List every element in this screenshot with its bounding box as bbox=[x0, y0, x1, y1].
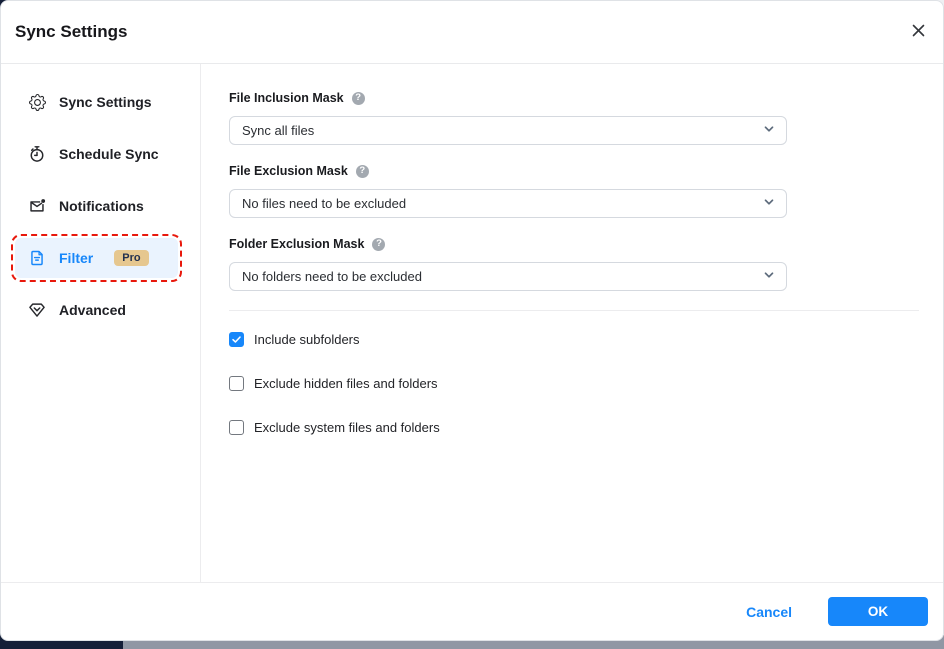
chevron-down-icon bbox=[762, 195, 776, 212]
checkbox[interactable] bbox=[229, 376, 244, 391]
dialog-header: Sync Settings bbox=[1, 1, 943, 64]
sidebar-item-notifications[interactable]: Notifications bbox=[15, 186, 178, 226]
checkbox[interactable] bbox=[229, 420, 244, 435]
filter-settings-panel: File Inclusion Mask ? Sync all files Fil… bbox=[201, 64, 943, 582]
sidebar-item-label: Advanced bbox=[59, 302, 126, 318]
close-button[interactable] bbox=[907, 21, 929, 43]
stopwatch-icon bbox=[28, 145, 46, 163]
chevron-down-icon bbox=[762, 122, 776, 139]
file-inclusion-mask-select[interactable]: Sync all files bbox=[229, 116, 787, 145]
include-subfolders-row[interactable]: Include subfolders bbox=[229, 332, 943, 347]
help-icon[interactable]: ? bbox=[352, 92, 365, 105]
sidebar-item-filter[interactable]: Filter Pro bbox=[15, 238, 178, 278]
sidebar: Sync Settings Schedule Sync bbox=[1, 64, 201, 582]
exclude-hidden-row[interactable]: Exclude hidden files and folders bbox=[229, 376, 943, 391]
sidebar-item-label: Sync Settings bbox=[59, 94, 152, 110]
sidebar-item-label: Filter bbox=[59, 250, 93, 266]
file-inclusion-mask-label: File Inclusion Mask bbox=[229, 91, 344, 105]
sidebar-item-schedule-sync[interactable]: Schedule Sync bbox=[15, 134, 178, 174]
dialog-title: Sync Settings bbox=[15, 22, 127, 42]
help-icon[interactable]: ? bbox=[356, 165, 369, 178]
chevron-down-icon bbox=[762, 268, 776, 285]
gem-icon bbox=[28, 301, 46, 319]
checkbox-label: Exclude hidden files and folders bbox=[254, 376, 438, 391]
file-exclusion-mask-label: File Exclusion Mask bbox=[229, 164, 348, 178]
file-exclusion-mask-select[interactable]: No files need to be excluded bbox=[229, 189, 787, 218]
checkbox-label: Exclude system files and folders bbox=[254, 420, 440, 435]
sidebar-item-sync-settings[interactable]: Sync Settings bbox=[15, 82, 178, 122]
checkbox-label: Include subfolders bbox=[254, 332, 360, 347]
select-value: No files need to be excluded bbox=[242, 196, 406, 211]
section-divider bbox=[229, 310, 919, 311]
select-value: Sync all files bbox=[242, 123, 314, 138]
help-icon[interactable]: ? bbox=[372, 238, 385, 251]
sidebar-item-advanced[interactable]: Advanced bbox=[15, 290, 178, 330]
filter-document-icon bbox=[28, 249, 46, 267]
checkbox[interactable] bbox=[229, 332, 244, 347]
pro-badge: Pro bbox=[114, 250, 148, 266]
folder-exclusion-mask-label: Folder Exclusion Mask bbox=[229, 237, 364, 251]
exclude-system-row[interactable]: Exclude system files and folders bbox=[229, 420, 943, 435]
dialog-body: Sync Settings Schedule Sync bbox=[1, 64, 943, 582]
select-value: No folders need to be excluded bbox=[242, 269, 422, 284]
ok-button[interactable]: OK bbox=[828, 597, 928, 626]
gear-icon bbox=[28, 93, 46, 111]
cancel-button[interactable]: Cancel bbox=[746, 604, 792, 620]
dialog-footer: Cancel OK bbox=[1, 582, 943, 640]
mail-notification-icon bbox=[28, 197, 46, 215]
sidebar-item-label: Notifications bbox=[59, 198, 144, 214]
sidebar-item-label: Schedule Sync bbox=[59, 146, 159, 162]
folder-exclusion-mask-select[interactable]: No folders need to be excluded bbox=[229, 262, 787, 291]
close-icon bbox=[911, 23, 926, 41]
sync-settings-dialog: Sync Settings Sync Settings bbox=[0, 0, 944, 641]
